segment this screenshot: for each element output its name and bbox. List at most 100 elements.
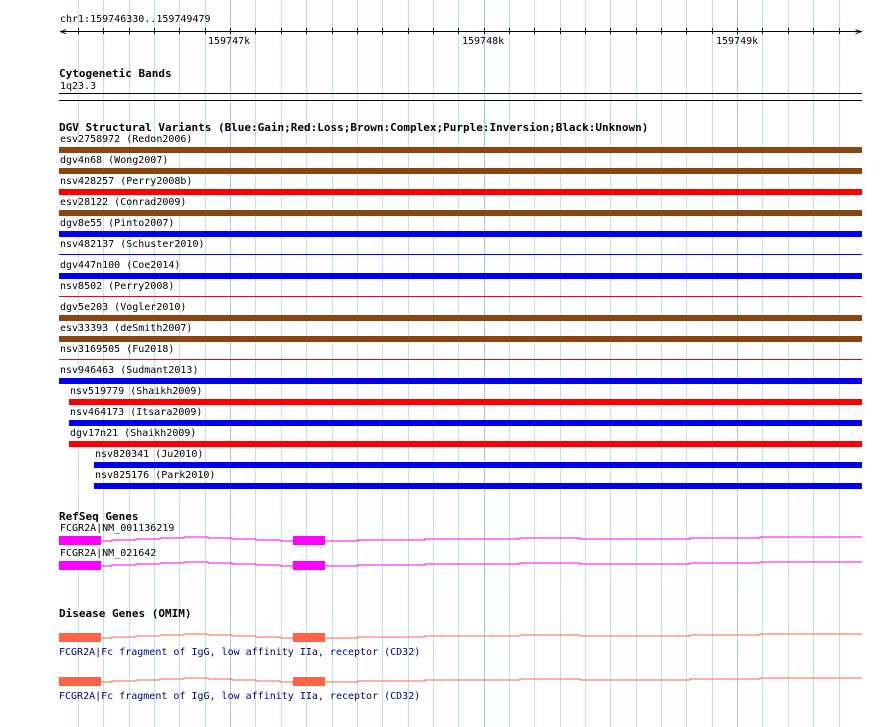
grid-line (813, 0, 814, 727)
grid-line (712, 0, 713, 727)
grid-line (332, 0, 333, 727)
variant-bar[interactable] (59, 254, 862, 255)
variant-label[interactable]: nsv464173 (Itsara2009) (70, 407, 202, 419)
intron-line (101, 561, 862, 567)
ruler-tick (686, 28, 687, 34)
variant-label[interactable]: nsv8502 (Perry2008) (60, 281, 174, 293)
grid-line (230, 0, 231, 727)
dgv-track-title: DGV Structural Variants (Blue:Gain;Red:L… (59, 121, 649, 134)
variant-bar[interactable] (59, 378, 862, 384)
ruler-tick (788, 28, 789, 34)
grid-line (484, 0, 485, 727)
variant-bar[interactable] (59, 359, 862, 360)
ruler-tick (255, 28, 256, 34)
variant-label[interactable]: nsv946463 (Sudmant2013) (60, 365, 198, 377)
ruler-tick (433, 28, 434, 34)
grid-line (509, 0, 510, 727)
ruler-tick (839, 28, 840, 34)
variant-label[interactable]: nsv825176 (Park2010) (95, 470, 215, 482)
ruler-tick (813, 28, 814, 34)
variant-label[interactable]: nsv3169505 (Fu2018) (60, 344, 174, 356)
grid-line (357, 0, 358, 727)
ruler-tick (78, 28, 79, 34)
ruler-tick (534, 28, 535, 34)
ruler-tick (458, 28, 459, 34)
ruler-tick (129, 28, 130, 34)
ruler-label: 159749k (716, 36, 759, 47)
ruler-tick (610, 28, 611, 34)
variant-label[interactable]: dgv17n21 (Shaikh2009) (70, 428, 196, 440)
ruler-location: chr1:159746330..159749479 (60, 14, 211, 25)
disease-gene-label[interactable]: FCGR2A|Fc fragment of IgG, low affinity … (59, 647, 420, 659)
ruler-tick (636, 28, 637, 34)
ruler-tick (332, 28, 333, 34)
ruler-tick (281, 28, 282, 34)
ruler-right-arrow-icon[interactable]: > (855, 26, 862, 38)
ruler-tick (154, 28, 155, 34)
variant-label[interactable]: esv33393 (deSmith2007) (60, 323, 192, 335)
ruler-left-arrow-icon[interactable]: < (60, 26, 67, 38)
grid-line (205, 0, 206, 727)
variant-bar[interactable] (59, 168, 862, 174)
grid-line (560, 0, 561, 727)
intron-line (101, 677, 862, 683)
variant-bar[interactable] (94, 483, 862, 489)
variant-label[interactable]: nsv820341 (Ju2010) (95, 449, 203, 461)
ruler-tick (585, 28, 586, 34)
variant-label[interactable]: dgv4n68 (Wong2007) (60, 155, 168, 167)
variant-label[interactable]: dgv8e55 (Pinto2007) (60, 218, 174, 230)
grid-line (737, 0, 738, 727)
variant-label[interactable]: esv28122 (Conrad2009) (60, 197, 186, 209)
grid-line (281, 0, 282, 727)
refseq-track-title: RefSeq Genes (59, 510, 139, 523)
genome-browser-panel: chr1:159746330..159749479 < > 159747k 15… (0, 0, 890, 727)
ruler-tick (484, 28, 485, 34)
ruler-tick (712, 28, 713, 34)
variant-bar[interactable] (59, 336, 862, 342)
ruler-tick (560, 28, 561, 34)
variant-bar[interactable] (59, 147, 862, 153)
variant-label[interactable]: nsv428257 (Perry2008b) (60, 176, 192, 188)
grid-line (636, 0, 637, 727)
variant-bar[interactable] (69, 420, 862, 426)
variant-bar[interactable] (59, 231, 862, 237)
variant-label[interactable]: dgv447n100 (Coe2014) (60, 260, 180, 272)
grid-line (686, 0, 687, 727)
ruler-tick (737, 28, 738, 34)
intron-line (101, 536, 862, 542)
ruler-tick (408, 28, 409, 34)
cytoband-label: 1q23.3 (60, 81, 97, 92)
grid-line (788, 0, 789, 727)
ruler-tick (357, 28, 358, 34)
variant-bar[interactable] (59, 315, 862, 321)
grid-line (762, 0, 763, 727)
variant-bar[interactable] (59, 296, 862, 297)
cytoband-bar[interactable] (59, 93, 862, 101)
variant-label[interactable]: nsv482137 (Schuster2010) (60, 239, 205, 251)
ruler-tick (179, 28, 180, 34)
variant-bar[interactable] (59, 273, 862, 279)
grid-line (610, 0, 611, 727)
variant-bar[interactable] (59, 210, 862, 216)
grid-line (534, 0, 535, 727)
variant-bar[interactable] (69, 399, 862, 405)
ruler-tick (762, 28, 763, 34)
ruler[interactable] (60, 31, 862, 32)
omim-track-title: Disease Genes (OMIM) (59, 607, 192, 620)
variant-label[interactable]: dgv5e203 (Vogler2010) (60, 302, 186, 314)
variant-bar[interactable] (94, 462, 862, 468)
ruler-label: 159747k (208, 36, 251, 47)
ruler-tick (230, 28, 231, 34)
grid-line (839, 0, 840, 727)
grid-line (306, 0, 307, 727)
disease-gene-label[interactable]: FCGR2A|Fc fragment of IgG, low affinity … (59, 691, 420, 703)
variant-bar[interactable] (59, 189, 862, 195)
variant-label[interactable]: esv2758972 (Redon2006) (60, 134, 192, 146)
grid-line (408, 0, 409, 727)
ruler-tick (509, 28, 510, 34)
variant-label[interactable]: nsv519779 (Shaikh2009) (70, 386, 202, 398)
grid-line (458, 0, 459, 727)
ruler-tick (205, 28, 206, 34)
variant-bar[interactable] (69, 441, 862, 447)
grid-line (585, 0, 586, 727)
